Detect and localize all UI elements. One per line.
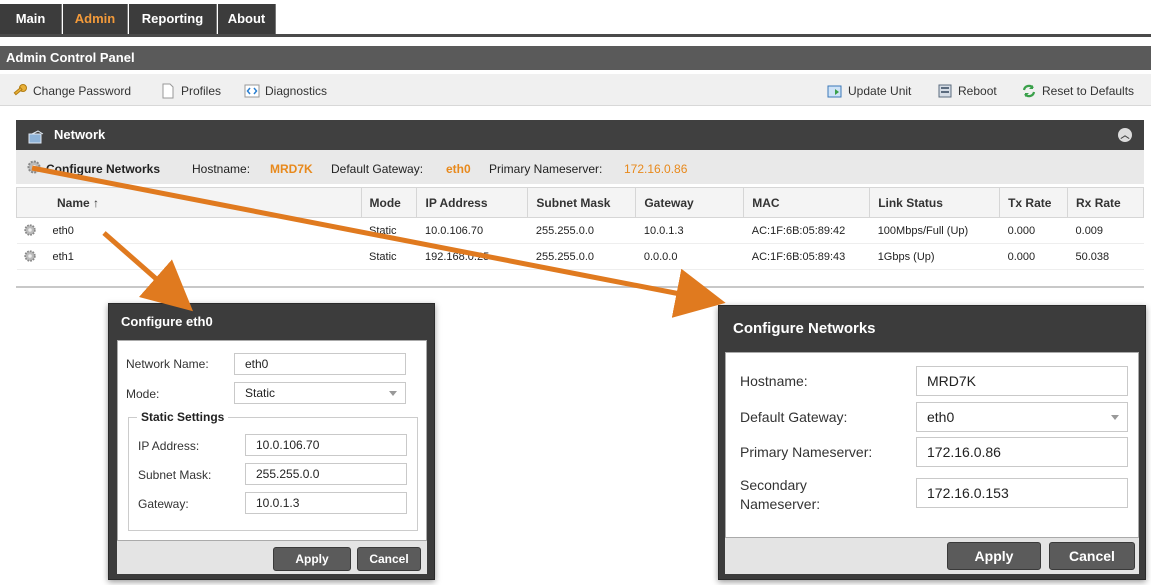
arrow-to-configure-networks <box>31 165 726 318</box>
arrow-to-configure-eth0 <box>102 231 194 312</box>
callout-arrows <box>31 165 726 318</box>
